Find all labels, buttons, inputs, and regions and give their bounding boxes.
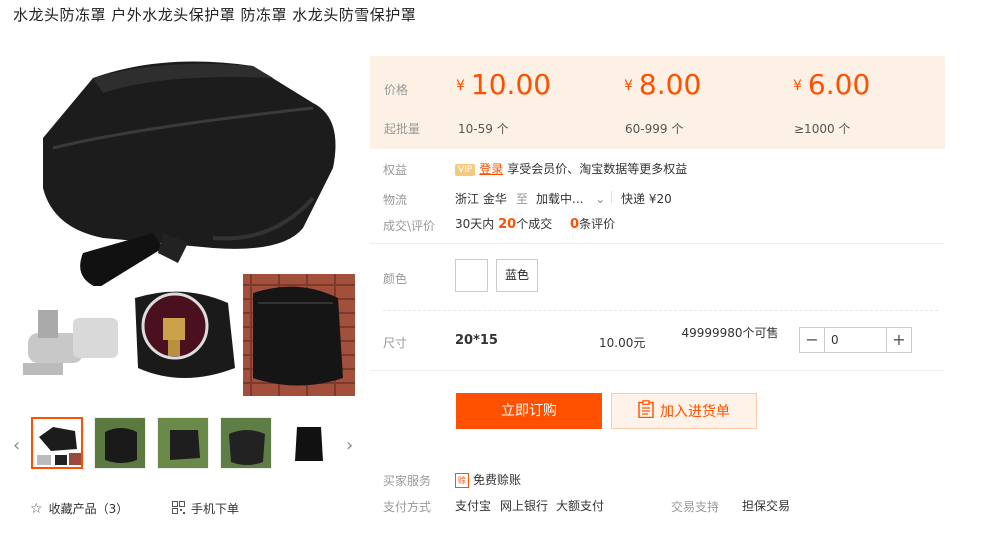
logistics-label: 物流 xyxy=(383,193,408,207)
batch-label: 起批量 xyxy=(384,122,421,136)
thumbnail-4[interactable] xyxy=(220,417,272,469)
decrease-button[interactable]: − xyxy=(800,328,825,352)
credit-icon: 赊 xyxy=(455,473,469,488)
mobile-order-label: 手机下单 xyxy=(191,502,240,516)
price-label: 价格 xyxy=(384,83,409,97)
star-icon: ☆ xyxy=(30,500,43,517)
divider xyxy=(383,310,938,311)
chevron-left-icon[interactable]: ‹ xyxy=(13,435,20,456)
divider xyxy=(611,191,612,203)
express-fee: 快递 ¥20 xyxy=(621,192,672,206)
qty-tier-3: ≥1000 个 xyxy=(794,122,851,136)
qty-tier-1: 10-59 个 xyxy=(458,122,509,136)
login-link[interactable]: 登录 xyxy=(479,162,503,176)
add-to-cart-button[interactable]: 加入进货单 xyxy=(611,393,757,429)
rights-text: 享受会员价、淘宝数据等更多权益 xyxy=(507,162,688,176)
logistics-destination[interactable]: 加载中... ⌄ xyxy=(536,190,605,207)
payment-method-alipay: 支付宝 xyxy=(455,499,492,513)
trade-support-value: 担保交易 xyxy=(742,499,791,513)
favorite-button[interactable]: ☆ 收藏产品（3） xyxy=(30,500,128,517)
buyer-service: 赊免费赊账 xyxy=(455,471,521,488)
thumbnail-2[interactable] xyxy=(94,417,146,469)
reviews-count: 0 xyxy=(570,217,580,232)
thumbnail-1[interactable] xyxy=(31,417,83,469)
quantity-stepper: − 0 + xyxy=(799,327,912,353)
price-tier-3: ¥6.00 xyxy=(793,68,871,101)
mobile-order-button[interactable]: 手机下单 xyxy=(172,500,239,517)
divider xyxy=(370,243,945,244)
color-swatch-white[interactable] xyxy=(455,259,488,292)
increase-button[interactable]: + xyxy=(886,328,911,352)
deals-row: 30天内 20个成交 0条评价 xyxy=(455,217,616,232)
price-panel: 价格 起批量 ¥10.00 ¥8.00 ¥6.00 10-59 个 60-999… xyxy=(370,56,945,149)
thumbnail-strip: ‹ › xyxy=(13,415,359,473)
divider xyxy=(370,370,945,371)
buy-now-button[interactable]: 立即订购 xyxy=(456,393,602,429)
price-tier-1: ¥10.00 xyxy=(456,68,552,101)
vip-badge: VIP xyxy=(455,163,476,176)
logistics-to: 至 xyxy=(516,192,529,206)
payment-label: 支付方式 xyxy=(383,500,432,514)
size-value: 20*15 xyxy=(455,333,498,348)
rights-label: 权益 xyxy=(383,163,408,177)
deals-label: 成交\评价 xyxy=(383,219,436,233)
deals-count: 20 xyxy=(498,217,517,232)
qrcode-icon xyxy=(172,500,185,517)
thumbnail-5[interactable] xyxy=(283,417,335,469)
thumbnail-3[interactable] xyxy=(157,417,209,469)
payment-method-bulk: 大额支付 xyxy=(556,499,605,513)
clipboard-icon xyxy=(638,400,654,422)
chevron-down-icon: ⌄ xyxy=(595,192,606,206)
buyer-service-label: 买家服务 xyxy=(383,474,432,488)
payment-method-online-bank: 网上银行 xyxy=(500,499,549,513)
color-option-blue[interactable]: 蓝色 xyxy=(496,259,539,292)
logistics-origin: 浙江 金华 xyxy=(455,192,507,206)
size-price: 10.00元 xyxy=(599,336,646,350)
color-label: 颜色 xyxy=(383,272,408,286)
main-product-image[interactable] xyxy=(13,48,359,402)
price-tier-2: ¥8.00 xyxy=(624,68,702,101)
chevron-right-icon[interactable]: › xyxy=(346,435,353,456)
size-label: 尺寸 xyxy=(383,336,408,350)
product-title: 水龙头防冻罩 户外水龙头保护罩 防冻罩 水龙头防雪保护罩 xyxy=(13,6,417,24)
size-stock: 49999980个可售 xyxy=(681,326,779,340)
rights-row: VIP 登录 享受会员价、淘宝数据等更多权益 xyxy=(455,160,687,177)
trade-support-label: 交易支持 xyxy=(671,500,720,514)
quantity-input[interactable]: 0 xyxy=(825,328,886,352)
add-to-cart-label: 加入进货单 xyxy=(660,404,730,420)
favorite-label: 收藏产品（3） xyxy=(48,502,129,516)
qty-tier-2: 60-999 个 xyxy=(625,122,684,136)
